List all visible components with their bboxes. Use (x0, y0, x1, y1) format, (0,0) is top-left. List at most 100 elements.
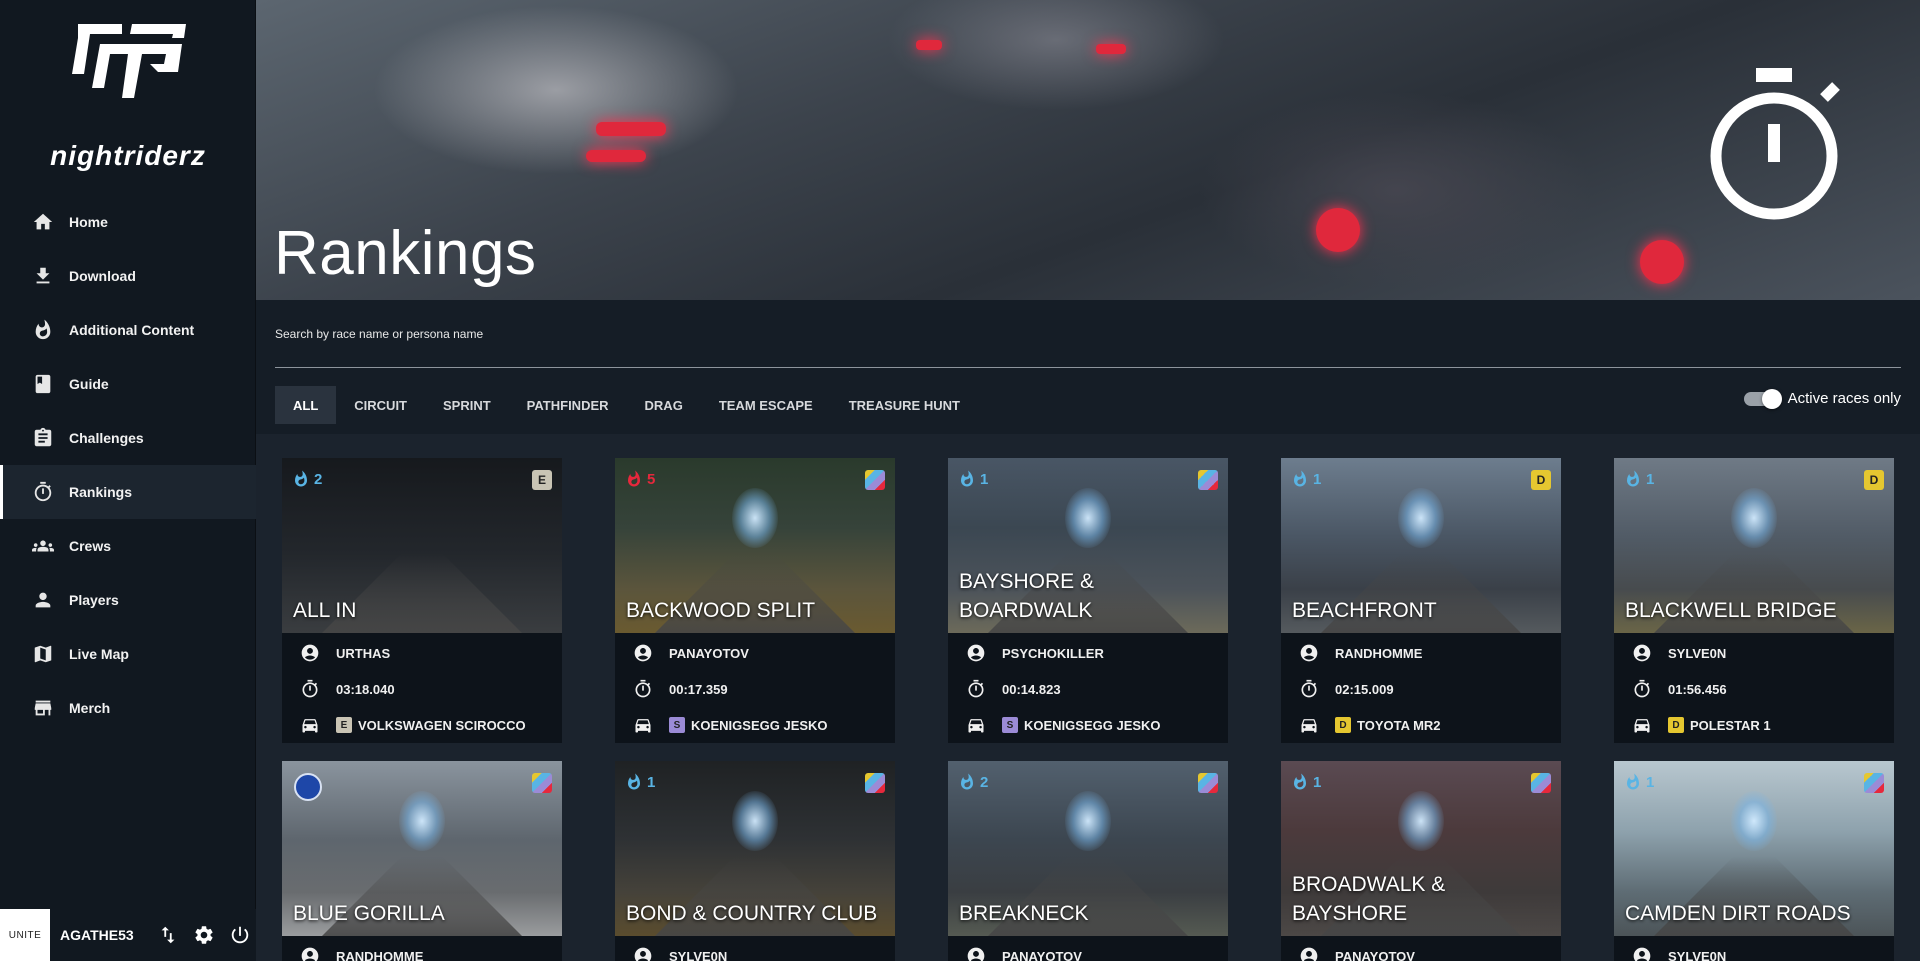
player-name: PANAYOTOV (1002, 948, 1082, 961)
search-input[interactable] (275, 322, 1901, 346)
sidebar-item-guide[interactable]: Guide (0, 357, 256, 411)
heat-count: 1 (980, 470, 989, 488)
swap-icon[interactable] (154, 921, 182, 949)
unite-badge[interactable]: UNITE (0, 909, 50, 961)
record-holder[interactable]: PANAYOTOV (948, 938, 1228, 961)
heat-indicator: 1 (958, 470, 988, 488)
tab-treasure-hunt[interactable]: TREASURE HUNT (831, 386, 978, 424)
record-holder[interactable]: SYLVE0N (615, 938, 895, 961)
record-time: 03:18.040 (282, 671, 562, 707)
heat-indicator: 1 (1291, 470, 1321, 488)
power-icon[interactable] (226, 921, 254, 949)
record-holder[interactable]: SYLVE0N (1614, 938, 1894, 961)
race-card[interactable]: 1 BROADWALK & BAYSHORE PANAYOTOV (1281, 761, 1561, 961)
heat-count: 1 (647, 773, 656, 791)
account-icon (1630, 641, 1654, 665)
sidebar-item-merch[interactable]: Merch (0, 681, 256, 735)
tab-sprint[interactable]: SPRINT (425, 386, 509, 424)
lap-time: 03:18.040 (336, 681, 395, 697)
race-thumbnail: 1 CAMDEN DIRT ROADS (1614, 761, 1894, 936)
race-card[interactable]: 1 BOND & COUNTRY CLUB SYLVE0N (615, 761, 895, 961)
record-car: S KOENIGSEGG JESKO (948, 707, 1228, 743)
heat-indicator: 1 (1624, 773, 1654, 791)
race-card[interactable]: BLUE GORILLA RANDHOMME (282, 761, 562, 961)
sidebar-item-challenges[interactable]: Challenges (0, 411, 256, 465)
logo-wordmark: nightriderz (50, 140, 206, 171)
tab-circuit[interactable]: CIRCUIT (336, 386, 425, 424)
sidebar-item-label: Challenges (69, 430, 144, 446)
sidebar-item-label: Home (69, 214, 108, 230)
sidebar-item-home[interactable]: Home (0, 195, 256, 249)
finish-portal (399, 791, 445, 851)
race-title: BAYSHORE & BOARDWALK (959, 570, 1094, 622)
car-icon (631, 713, 655, 737)
heat-count: 2 (314, 470, 323, 488)
car-icon (1297, 713, 1321, 737)
tail-light (1096, 44, 1126, 54)
record-holder[interactable]: PSYCHOKILLER (948, 635, 1228, 671)
heat-indicator: 1 (1291, 773, 1321, 791)
username[interactable]: AGATHE53 (60, 927, 146, 943)
stopwatch-icon (298, 677, 322, 701)
mixed-class-badge-icon (1198, 470, 1218, 490)
race-thumbnail: BLUE GORILLA (282, 761, 562, 936)
record-holder[interactable]: URTHAS (282, 635, 562, 671)
race-thumbnail: 2 BREAKNECK (948, 761, 1228, 936)
flame-icon (1291, 470, 1313, 488)
record-holder[interactable]: RANDHOMME (1281, 635, 1561, 671)
settings-icon[interactable] (190, 921, 218, 949)
sidebar-item-players[interactable]: Players (0, 573, 256, 627)
finish-portal (1065, 791, 1111, 851)
record-holder[interactable]: SYLVE0N (1614, 635, 1894, 671)
class-badge: E (532, 470, 552, 490)
tail-light (586, 150, 646, 162)
record-holder[interactable]: PANAYOTOV (615, 635, 895, 671)
main-content: Rankings ALL CIRCUIT SPRINT PATHFINDER D… (256, 0, 1920, 961)
player-name: RANDHOMME (1335, 645, 1423, 661)
race-card[interactable]: 5 BACKWOOD SPLIT PANAYOTOV 00:17.359 S KOENIG… (615, 458, 895, 743)
race-thumbnail: 2 E ALL IN (282, 458, 562, 633)
race-card[interactable]: 2 E ALL IN URTHAS 03:18.040 E VOLKSWAGEN SCIRO… (282, 458, 562, 743)
sidebar-item-download[interactable]: Download (0, 249, 256, 303)
active-races-toggle[interactable]: Active races only (1743, 388, 1901, 409)
sidebar-item-rankings[interactable]: Rankings (0, 465, 256, 519)
car-icon (298, 713, 322, 737)
flame-icon (31, 318, 55, 342)
tab-drag[interactable]: DRAG (627, 386, 701, 424)
account-icon (1630, 944, 1654, 961)
record-time: 01:56.456 (1614, 671, 1894, 707)
record-holder[interactable]: RANDHOMME (282, 938, 562, 961)
toggle-switch[interactable] (1743, 388, 1782, 409)
lap-time: 01:56.456 (1668, 681, 1727, 697)
page-title: Rankings (274, 219, 537, 288)
sidebar-item-crews[interactable]: Crews (0, 519, 256, 573)
heat-count: 5 (647, 470, 656, 488)
search-field[interactable] (275, 322, 1901, 368)
sidebar-item-additional-content[interactable]: Additional Content (0, 303, 256, 357)
class-badge: D (1864, 470, 1884, 490)
race-card[interactable]: 1 BAYSHORE & BOARDWALK PSYCHOKILLER 00:14.8… (948, 458, 1228, 743)
race-card[interactable]: 1 CAMDEN DIRT ROADS SYLVE0N (1614, 761, 1894, 961)
race-card[interactable]: 1 D BLACKWELL BRIDGE SYLVE0N 01:56.456 D POLES… (1614, 458, 1894, 743)
tab-pathfinder[interactable]: PATHFINDER (509, 386, 627, 424)
record-holder[interactable]: PANAYOTOV (1281, 938, 1561, 961)
group-icon (31, 534, 55, 558)
sidebar-item-label: Download (69, 268, 136, 284)
race-card[interactable]: 1 D BEACHFRONT RANDHOMME 02:15.009 D TOYOTA MR… (1281, 458, 1561, 743)
race-thumbnail: 1 BAYSHORE & BOARDWALK (948, 458, 1228, 633)
sidebar-item-label: Merch (69, 700, 111, 716)
record-time: 00:17.359 (615, 671, 895, 707)
race-card[interactable]: 2 BREAKNECK PANAYOTOV (948, 761, 1228, 961)
player-name: SYLVE0N (1668, 645, 1727, 661)
tab-team-escape[interactable]: TEAM ESCAPE (701, 386, 831, 424)
account-icon (964, 641, 988, 665)
sidebar-item-live-map[interactable]: Live Map (0, 627, 256, 681)
race-thumbnail: 1 BROADWALK & BAYSHORE (1281, 761, 1561, 936)
heat-count: 2 (980, 773, 989, 791)
sidebar: nightriderz Home Download Additional Con… (0, 0, 256, 961)
tab-all[interactable]: ALL (275, 386, 337, 424)
account-icon (298, 944, 322, 961)
site-logo[interactable]: nightriderz (0, 0, 256, 190)
account-icon (964, 944, 988, 961)
player-name: URTHAS (336, 645, 391, 661)
